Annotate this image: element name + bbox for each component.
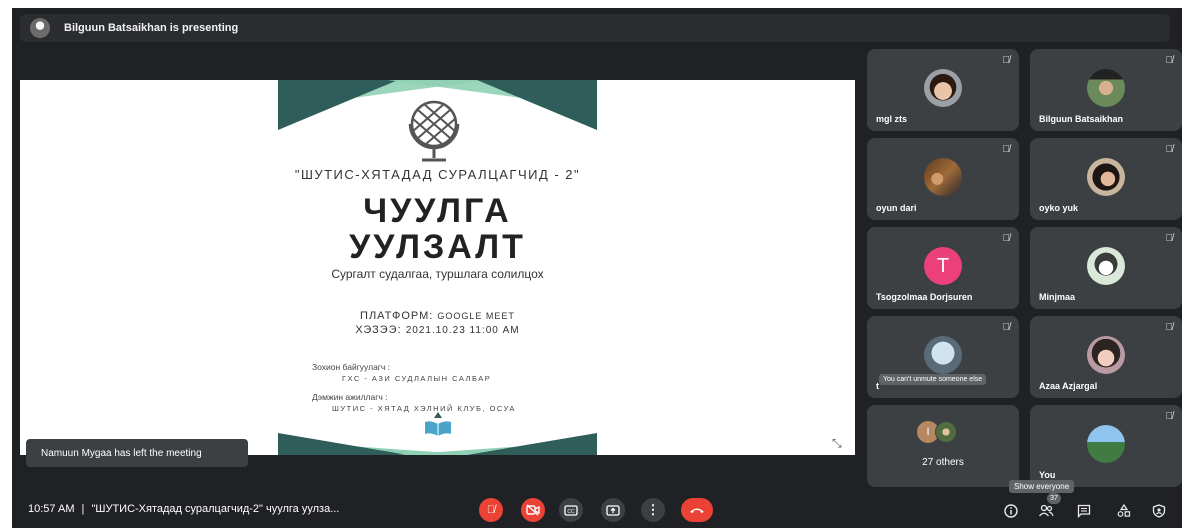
participant-tile[interactable]: 🎙̸ oyko yuk <box>1030 138 1182 220</box>
meeting-info: 10:57 AM | "ШУТИС-Хятадад суралцагчид-2"… <box>28 503 339 515</box>
captions-icon: CC <box>564 504 578 516</box>
hang-up-icon <box>690 508 704 513</box>
presenter-avatar <box>30 18 50 38</box>
platform-value: GOOGLE MEET <box>437 311 515 321</box>
participant-avatar <box>924 158 962 196</box>
svg-text:CC: CC <box>567 509 575 515</box>
info-icon <box>1004 504 1018 518</box>
mic-off-icon: 🎙̸ <box>1002 322 1011 333</box>
slide-decoration <box>278 80 398 130</box>
participant-avatar <box>1087 425 1125 463</box>
slide-decoration <box>477 80 597 130</box>
host-controls-button[interactable] <box>1150 502 1168 520</box>
participant-tile[interactable]: 🎙̸ Bilguun Batsaikhan <box>1030 49 1182 131</box>
participant-avatar <box>1087 336 1125 374</box>
organizer-label: Зохион байгуулагч : <box>312 362 391 372</box>
platform-label: ПЛАТФОРМ: <box>360 310 434 322</box>
others-avatars: I <box>917 421 967 443</box>
organizer-value: ГХС - АЗИ СУДЛАЛЫН САЛБАР <box>342 374 492 383</box>
participant-avatar <box>924 336 962 374</box>
book-icon <box>425 412 451 436</box>
date-label: ХЭЗЭЭ: <box>355 324 402 336</box>
others-tile[interactable]: I 27 others <box>867 405 1019 487</box>
slide-date: ХЭЗЭЭ: 2021.10.23 11:00 AM <box>20 324 855 336</box>
participant-tile[interactable]: 🎙̸ t You can't unmute someone else <box>867 316 1019 398</box>
mic-off-icon: 🎙̸ <box>486 504 496 516</box>
mic-off-icon: 🎙̸ <box>1002 233 1011 244</box>
meet-window: Bilguun Batsaikhan is presenting "ШУТИС-… <box>12 8 1182 528</box>
mic-off-icon: 🎙̸ <box>1165 233 1174 244</box>
participant-name: mgl zts <box>876 114 908 124</box>
mic-toggle-button[interactable]: 🎙̸ <box>479 498 503 522</box>
people-icon <box>1038 504 1054 517</box>
slide-decoration <box>467 433 597 455</box>
participant-tile[interactable]: 🎙̸ oyun dari <box>867 138 1019 220</box>
slide-title-line2: УУЛЗАЛТ <box>349 228 526 266</box>
self-tile[interactable]: 🎙̸ You <box>1030 405 1182 487</box>
mic-off-icon: 🎙̸ <box>1165 144 1174 155</box>
chat-icon <box>1077 504 1091 518</box>
participant-name: You <box>1039 470 1056 480</box>
activities-button[interactable] <box>1115 502 1133 520</box>
others-count-label: 27 others <box>922 457 964 468</box>
date-value: 2021.10.23 11:00 AM <box>405 325 520 336</box>
participant-name: oyko yuk <box>1039 203 1079 213</box>
present-button[interactable] <box>601 498 625 522</box>
camera-off-icon <box>526 504 540 516</box>
more-options-button[interactable]: ⋮ <box>641 498 665 522</box>
participant-avatar <box>924 69 962 107</box>
slide-subtitle: "ШУТИС-ХЯТАДАД СУРАЛЦАГЧИД - 2" <box>294 167 581 182</box>
slide-platform: ПЛАТФОРМ: GOOGLE MEET <box>20 310 855 322</box>
people-button[interactable] <box>1037 502 1055 520</box>
mic-off-icon: 🎙̸ <box>1002 55 1011 66</box>
captions-button[interactable]: CC <box>559 498 583 522</box>
host-controls-icon <box>1152 504 1166 518</box>
mic-off-icon: 🎙̸ <box>1165 411 1174 422</box>
participant-name: Minjmaa <box>1039 292 1076 302</box>
info-separator: | <box>81 503 85 515</box>
presenter-label: Bilguun Batsaikhan is presenting <box>64 22 239 34</box>
mic-off-icon: 🎙̸ <box>1002 144 1011 155</box>
meeting-details-button[interactable] <box>1002 502 1020 520</box>
unmute-tooltip: You can't unmute someone else <box>879 374 987 385</box>
participant-tile[interactable]: 🎙̸ mgl zts <box>867 49 1019 131</box>
participant-name: Bilguun Batsaikhan <box>1039 114 1124 124</box>
activities-icon <box>1117 504 1131 517</box>
presenter-bar: Bilguun Batsaikhan is presenting <box>20 14 1170 42</box>
participant-name: Azaa Azjargal <box>1039 381 1098 391</box>
supporter-label: Дэмжин ажиллагч : <box>312 392 388 402</box>
participant-avatar <box>1087 69 1125 107</box>
mic-off-icon: 🎙̸ <box>1165 322 1174 333</box>
chat-button[interactable] <box>1075 502 1093 520</box>
participant-initial-avatar: T <box>924 247 962 285</box>
participant-name: Tsogzolmaa Dorjsuren <box>876 292 973 302</box>
participant-avatar <box>935 421 957 443</box>
shared-slide: "ШУТИС-ХЯТАДАД СУРАЛЦАГЧИД - 2" ЧУУЛГА У… <box>20 80 855 455</box>
mic-off-icon: 🎙̸ <box>1165 55 1174 66</box>
globe-icon <box>408 100 460 162</box>
show-everyone-tooltip: Show everyone <box>1009 480 1075 493</box>
participant-tile[interactable]: 🎙̸ T Tsogzolmaa Dorjsuren <box>867 227 1019 309</box>
participant-avatar <box>1087 247 1125 285</box>
participant-tile[interactable]: 🎙̸ Minjmaa <box>1030 227 1182 309</box>
present-icon <box>606 504 620 516</box>
slide-tagline: Сургалт судалгаа, туршлага солилцох <box>331 267 544 281</box>
more-options-icon: ⋮ <box>646 502 660 517</box>
slide-decoration <box>278 433 408 455</box>
meeting-title: "ШУТИС-Хятадад суралцагчид-2" чуулга уул… <box>91 503 340 515</box>
leave-call-button[interactable] <box>681 498 713 522</box>
participant-avatar <box>1087 158 1125 196</box>
camera-toggle-button[interactable] <box>521 498 545 522</box>
left-meeting-toast: Namuun Mygaa has left the meeting <box>26 439 248 467</box>
clock-time: 10:57 AM <box>28 503 75 515</box>
slide-title-line1: ЧУУЛГА <box>363 192 512 230</box>
minimize-icon[interactable]: ⤡ <box>832 436 842 451</box>
participant-tile[interactable]: 🎙̸ Azaa Azjargal <box>1030 316 1182 398</box>
participant-name: oyun dari <box>876 203 917 213</box>
